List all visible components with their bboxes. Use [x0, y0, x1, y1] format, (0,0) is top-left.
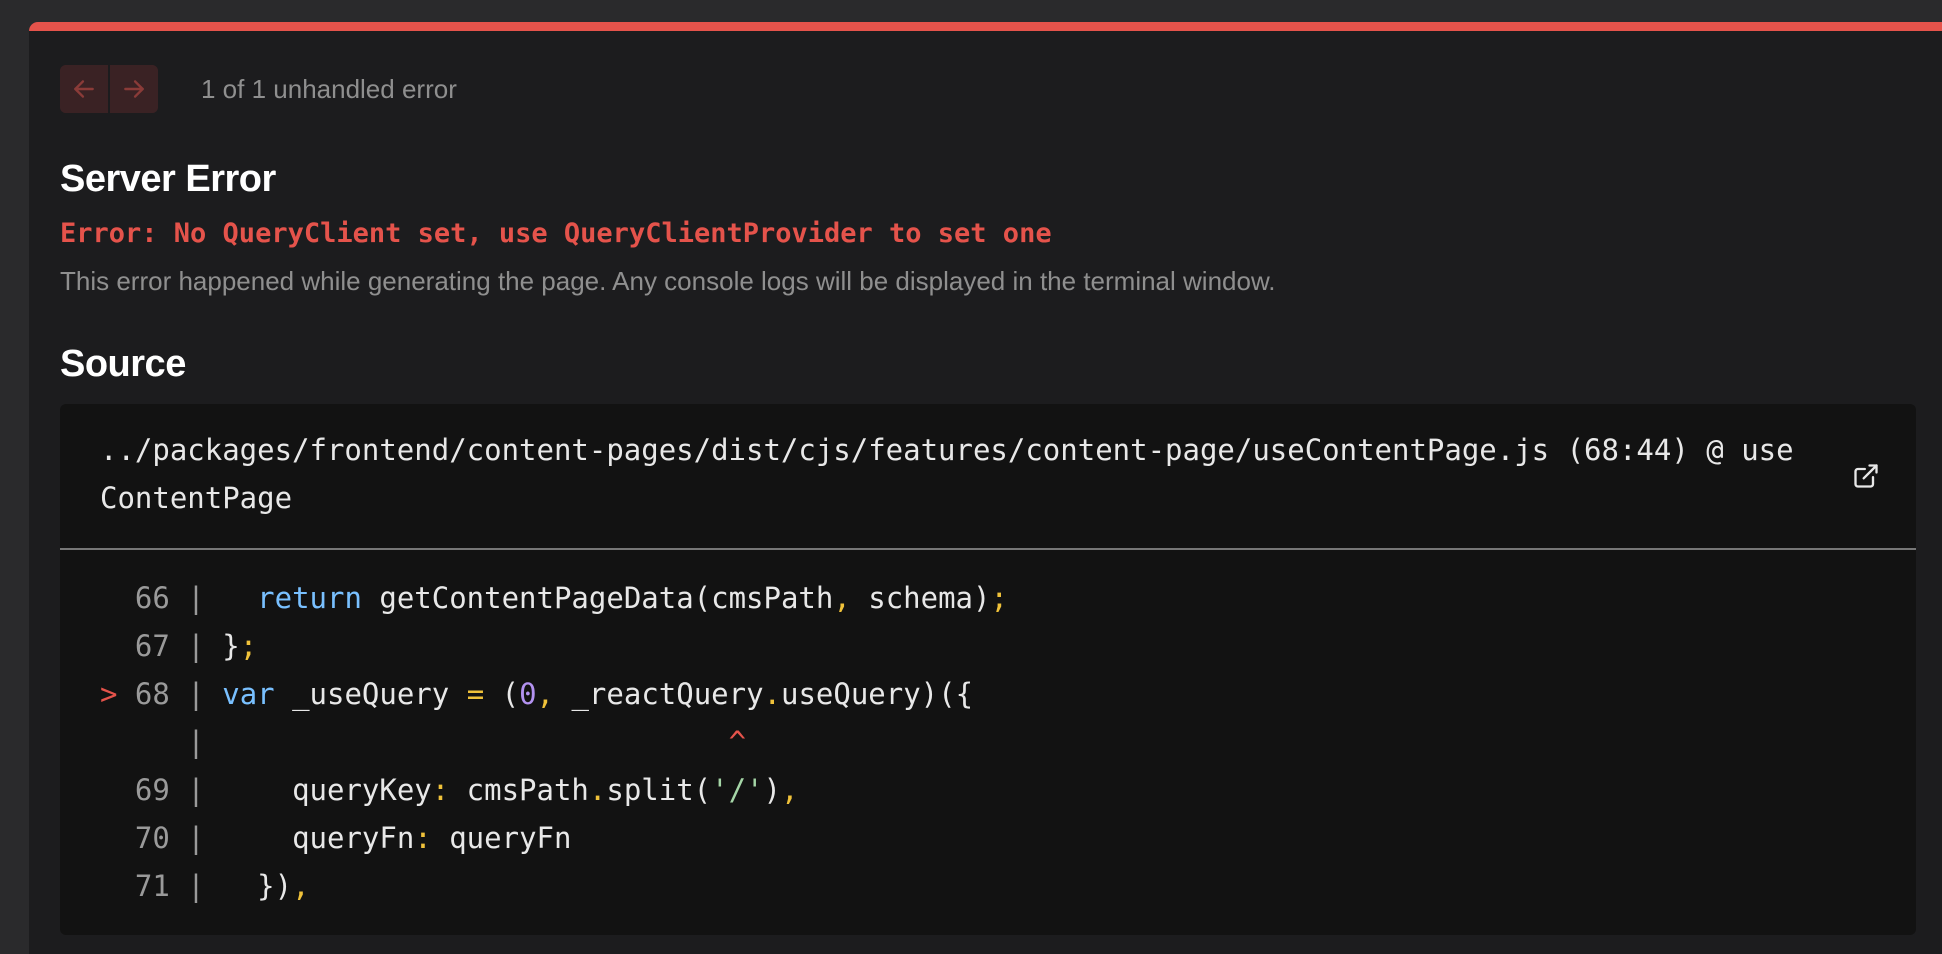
error-overlay: 1 of 1 unhandled error Server Error Erro… — [29, 22, 1942, 954]
error-description: This error happened while generating the… — [60, 266, 1276, 296]
code-token: _useQuery — [274, 677, 467, 711]
code-line: 67 | }; — [60, 622, 1916, 670]
code-line: > 68 | var _useQuery = (0, _reactQuery.u… — [60, 670, 1916, 718]
line-number — [135, 725, 170, 759]
code-token: '/' — [711, 773, 764, 807]
source-file-link[interactable]: ../packages/frontend/content-pages/dist/… — [100, 426, 1800, 522]
line-number: 66 — [134, 581, 170, 615]
line-gutter: | — [169, 725, 223, 759]
code-token: ; — [990, 581, 1008, 615]
code-token: 0 — [519, 677, 537, 711]
line-number: 67 — [134, 629, 170, 663]
error-title: Server Error — [60, 158, 276, 200]
code-token: , — [781, 773, 799, 807]
line-marker — [100, 773, 135, 807]
code-token: useQuery)({ — [781, 677, 974, 711]
line-marker — [100, 725, 135, 759]
code-token: , — [833, 581, 851, 615]
code-token: queryFn — [222, 821, 415, 855]
line-gutter: | — [169, 821, 223, 855]
code-token: }) — [222, 869, 293, 903]
code-line: 70 | queryFn: queryFn — [60, 814, 1916, 862]
code-token: ^ — [728, 725, 747, 759]
line-marker — [100, 869, 135, 903]
code-line: | ^ — [60, 718, 1916, 766]
code-token: cmsPath — [449, 773, 589, 807]
line-gutter: | — [169, 629, 223, 663]
pagination-buttons — [60, 65, 158, 113]
next-error-button[interactable] — [108, 65, 158, 113]
code-token: split( — [606, 773, 712, 807]
code-token: ) — [763, 773, 781, 807]
code-token: . — [763, 677, 781, 711]
code-line: 66 | return getContentPageData(cmsPath, … — [60, 574, 1916, 622]
line-marker — [100, 629, 135, 663]
code-token: return — [257, 581, 362, 615]
line-number: 70 — [134, 821, 170, 855]
code-token: var — [222, 677, 275, 711]
external-link-icon[interactable] — [1852, 462, 1880, 490]
source-section-title: Source — [60, 343, 186, 385]
code-token: queryKey — [222, 773, 432, 807]
code-token: schema) — [850, 581, 991, 615]
error-message: Error: No QueryClient set, use QueryClie… — [60, 218, 1052, 249]
code-frame-header: ../packages/frontend/content-pages/dist/… — [60, 404, 1916, 550]
code-token: _reactQuery — [554, 677, 764, 711]
code-token: , — [536, 677, 555, 711]
code-token: : — [414, 821, 432, 855]
code-token: , — [292, 869, 310, 903]
previous-error-button[interactable] — [60, 65, 108, 113]
error-count: 1 of 1 unhandled error — [201, 73, 457, 104]
line-number: 69 — [134, 773, 170, 807]
code-line: 69 | queryKey: cmsPath.split('/'), — [60, 766, 1916, 814]
code-token: = — [466, 677, 485, 711]
error-pagination: 1 of 1 unhandled error — [60, 65, 457, 113]
line-marker: > — [100, 677, 135, 711]
code-token: } — [222, 629, 240, 663]
code-token: queryFn — [431, 821, 572, 855]
code-frame: ../packages/frontend/content-pages/dist/… — [60, 404, 1916, 935]
line-gutter: | — [169, 677, 223, 711]
line-number: 71 — [134, 869, 170, 903]
line-gutter: | — [169, 869, 223, 903]
code-token: : — [431, 773, 450, 807]
code-token: ( — [484, 677, 520, 711]
code-body: 66 | return getContentPageData(cmsPath, … — [60, 574, 1916, 910]
code-line: 71 | }), — [60, 862, 1916, 910]
line-marker — [100, 821, 135, 855]
code-token: . — [588, 773, 607, 807]
line-number: 68 — [134, 677, 170, 711]
arrow-left-icon — [74, 80, 94, 98]
arrow-right-icon — [124, 80, 144, 98]
line-gutter: | — [169, 773, 223, 807]
line-gutter: | — [169, 581, 223, 615]
code-token: ; — [239, 629, 258, 663]
line-marker — [100, 581, 135, 615]
code-token: getContentPageData(cmsPath — [361, 581, 834, 615]
